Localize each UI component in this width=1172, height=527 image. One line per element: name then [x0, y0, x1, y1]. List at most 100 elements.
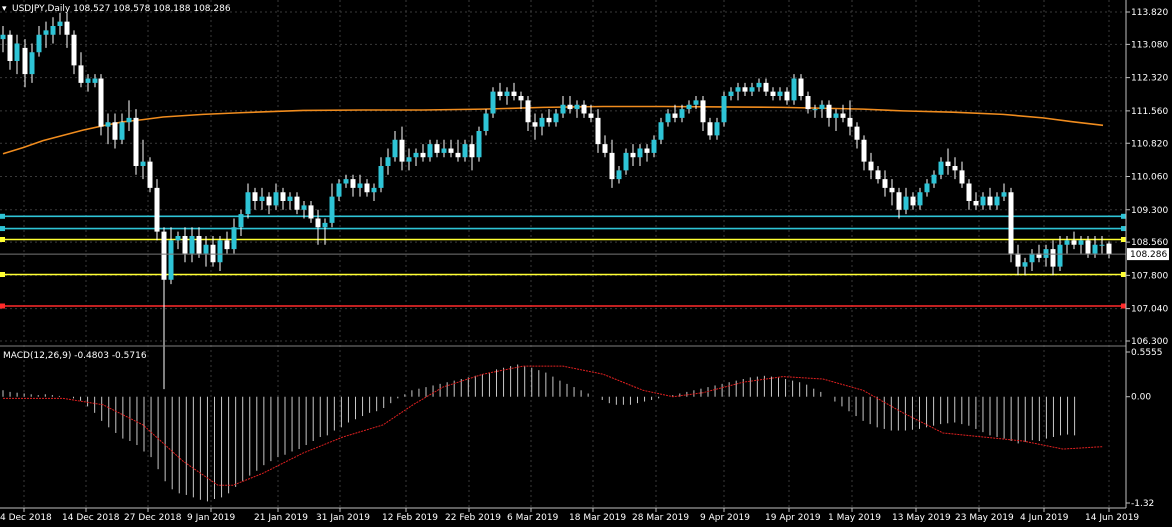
candle-bullish: [721, 96, 727, 123]
candle-bullish: [476, 131, 482, 158]
candle-bearish: [798, 78, 804, 96]
time-tick-label: 14 Jun 2019: [1085, 513, 1139, 523]
macd-header: MACD(12,26,9) -0.4803 -0.5716: [3, 351, 147, 361]
candle-bearish: [1008, 192, 1014, 254]
candle-bearish: [1071, 240, 1077, 245]
candle-bearish: [854, 126, 860, 140]
candle-bullish: [140, 161, 146, 166]
candle-bearish: [525, 100, 531, 123]
candle-bearish: [784, 91, 790, 101]
candle-bullish: [273, 192, 279, 206]
candle-bearish: [973, 201, 979, 206]
time-tick-label: 31 Jan 2019: [316, 513, 370, 523]
time-tick-label: 4 Dec 2018: [0, 513, 52, 523]
candle-bullish: [329, 196, 335, 223]
candle-bullish: [92, 78, 98, 83]
candle-bullish: [231, 227, 237, 250]
candle-bullish: [1099, 244, 1105, 246]
candle-bearish: [210, 244, 216, 263]
candle-bearish: [112, 122, 118, 140]
dropdown-arrow-icon[interactable]: ▾: [2, 4, 7, 14]
candle-bullish: [819, 104, 825, 110]
candle-bullish: [903, 196, 909, 210]
candle-bullish: [980, 196, 986, 206]
candle-bearish: [420, 152, 426, 158]
candle-bullish: [343, 179, 349, 184]
candle-bullish: [126, 117, 132, 123]
price-tick-label: 112.320: [1131, 74, 1168, 84]
time-tick-label: 1 May 2019: [828, 513, 881, 523]
time-tick-label: 6 Mar 2019: [507, 513, 559, 523]
time-tick-label: 27 Dec 2018: [124, 513, 182, 523]
candle-bullish: [371, 187, 377, 193]
price-level-handle: [1121, 213, 1126, 219]
candle-bullish: [259, 196, 265, 201]
candle-bullish: [336, 183, 342, 197]
candle-bearish: [182, 236, 188, 254]
candle-bearish: [567, 104, 573, 110]
candle-bullish: [85, 78, 91, 83]
candle-bearish: [161, 231, 167, 280]
candle-bullish: [483, 113, 489, 131]
candle-bullish: [679, 109, 685, 118]
candle-bearish: [868, 161, 874, 171]
price-level-handle: [0, 213, 5, 219]
candle-bullish: [427, 144, 433, 158]
candle-bullish: [791, 78, 797, 101]
candle-bearish: [64, 21, 70, 35]
candle-bullish: [735, 87, 741, 92]
price-tick-label: 113.820: [1131, 8, 1168, 18]
candle-bearish: [294, 196, 300, 210]
candle-bearish: [602, 144, 608, 153]
price-level-handle: [0, 272, 5, 277]
candle-bearish: [847, 117, 853, 127]
candle-bullish: [413, 152, 419, 158]
candle-bullish: [714, 122, 720, 136]
time-tick-label: 28 Mar 2019: [632, 513, 689, 523]
candle-bearish: [364, 183, 370, 193]
candle-bullish: [0, 34, 6, 40]
candle-bullish: [357, 183, 363, 188]
price-tick-label: 107.040: [1131, 305, 1168, 315]
candle-bullish: [616, 170, 622, 180]
candle-bearish: [945, 161, 951, 166]
price-tick-label: 110.060: [1131, 173, 1168, 183]
candle-bearish: [952, 166, 958, 171]
candle-bearish: [252, 192, 258, 201]
candle-bullish: [168, 240, 174, 280]
candle-bullish: [287, 196, 293, 201]
candle-bullish: [1078, 240, 1084, 245]
candle-bullish: [504, 91, 510, 96]
candle-bearish: [987, 196, 993, 206]
macd-tick-label: 0.00: [1131, 393, 1151, 403]
candle-bearish: [595, 117, 601, 145]
candle-bullish: [441, 148, 447, 153]
candle-bearish: [805, 96, 811, 110]
candle-bullish: [686, 104, 692, 110]
candle-bullish: [994, 196, 1000, 206]
price-tick-label: 110.820: [1131, 139, 1168, 149]
candle-bullish: [217, 240, 223, 263]
candle-bullish: [658, 122, 664, 140]
candle-bullish: [637, 148, 643, 158]
candle-bearish: [154, 187, 160, 232]
price-tick-label: 111.560: [1131, 107, 1168, 117]
chart-window[interactable]: 113.820 113.080 112.320 111.560 110.820 110.0…: [0, 0, 1172, 527]
usdjpy-chart[interactable]: 113.820 113.080 112.320 111.560 110.820 110.0…: [0, 0, 1172, 527]
candle-bearish: [966, 183, 972, 201]
candle-bearish: [78, 65, 84, 83]
candle-bullish: [938, 161, 944, 175]
candle-bearish: [581, 104, 587, 114]
candle-bullish: [378, 166, 384, 188]
candle-bearish: [511, 91, 517, 96]
current-price-label: 108.286: [1130, 250, 1167, 260]
price-tick-label: 113.080: [1131, 40, 1168, 50]
candle-bullish: [14, 43, 20, 61]
candle-bullish: [665, 113, 671, 123]
candle-bearish: [448, 148, 454, 153]
time-tick-label: 9 Apr 2019: [700, 513, 750, 523]
candle-bullish: [917, 192, 923, 206]
moving-average-line: [2, 105, 1104, 155]
candle-bullish: [1064, 240, 1070, 245]
price-level-handle: [1121, 226, 1126, 232]
